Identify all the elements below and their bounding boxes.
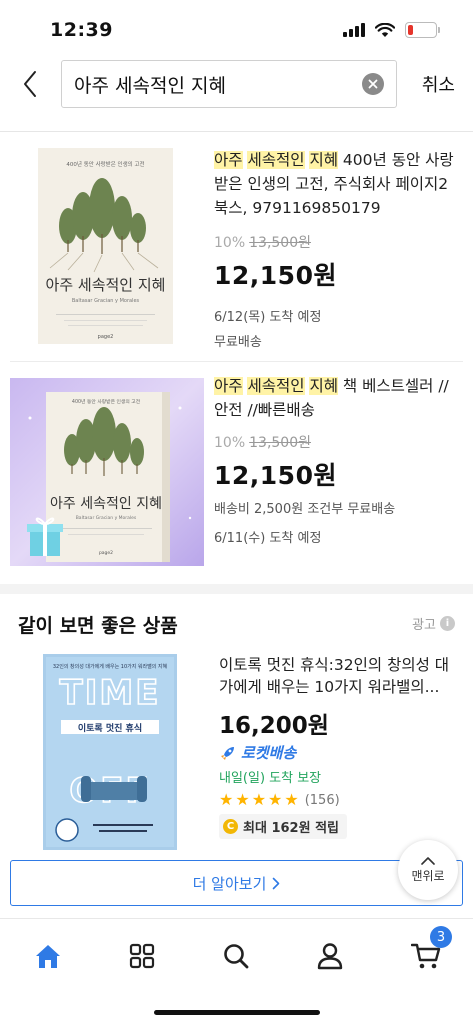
back-button[interactable] (14, 66, 46, 102)
recommended-product-title[interactable]: 이토록 멋진 휴식:32인의 창의성 대가에게 배우는 10가지 워라밸의... (219, 654, 463, 698)
ad-label-text: 광고 (412, 618, 436, 633)
delivery-date: 6/11(수) 도착 예정 (214, 531, 322, 546)
star-icon: ★ (284, 790, 299, 809)
sale-price: 12,150원 (214, 461, 337, 490)
recommended-product-info[interactable]: 이토록 멋진 휴식:32인의 창의성 대가에게 배우는 10가지 워라밸의...… (219, 654, 463, 839)
title-highlight: 세속적인 (247, 377, 305, 395)
search-query-text[interactable]: 아주 세속적인 지혜 (74, 71, 362, 98)
cover-publisher: page2 (99, 550, 113, 556)
battery-icon (405, 22, 440, 38)
cover-english: Baltasar Gracian y Morales (76, 515, 137, 521)
home-icon (36, 945, 60, 968)
tab-cart[interactable]: 3 (404, 926, 452, 978)
rocket-delivery-label: 로켓배송 (241, 744, 297, 762)
cover-subtitle: 400년 동안 사랑받은 인생의 고전 (66, 160, 144, 168)
cover-korean-title: 이토록 멋진 휴식 (78, 722, 142, 734)
product-thumbnail[interactable]: 400년 동안 사랑받은 인생의 고전 아주 세속적인 지혜 Baltasar … (10, 378, 204, 566)
cancel-button[interactable]: 취소 (422, 71, 455, 97)
cover-top-line: 32인의 창의성 대가에게 배우는 10가지 워라밸의 지혜 (53, 663, 168, 670)
delivery-date: 6/12(목) 도착 예정 (214, 310, 322, 325)
bottom-tab-bar: 3 (0, 918, 473, 1024)
original-price: 13,500원 (249, 435, 311, 451)
title-highlight: 아주 (214, 377, 243, 395)
product-thumbnail[interactable]: 400년 동안 사랑받은 인생의 고전 아주 세속적인 지혜 Baltasar … (38, 148, 173, 344)
section-divider (0, 584, 473, 594)
cover-title: 아주 세속적인 지혜 (46, 276, 166, 294)
chevron-left-icon (24, 71, 36, 97)
see-more-label: 더 알아보기 (192, 874, 267, 893)
close-icon (368, 79, 378, 89)
star-icon: ★ (219, 790, 234, 809)
original-price: 13,500원 (249, 235, 311, 251)
section-title: 같이 보면 좋은 상품 (18, 615, 178, 637)
ad-label[interactable]: 광고 i (412, 614, 455, 633)
cashback-badge: C 최대 162원 적립 (219, 814, 347, 839)
cashback-text: 최대 162원 적립 (243, 821, 339, 836)
recommended-product-thumbnail[interactable]: 32인의 창의성 대가에게 배우는 10가지 워라밸의 지혜 TIME 이토록 … (43, 654, 177, 850)
product-title[interactable]: 아주 세속적인 지혜 400년 동안 사랑받은 인생의 고전, 주식회사 페이지… (214, 148, 461, 220)
cover-subtitle: 400년 동안 사랑받은 인생의 고전 (72, 398, 140, 405)
status-time: 12:39 (50, 19, 113, 41)
cover-title: 아주 세속적인 지혜 (50, 496, 162, 512)
title-highlight: 아주 (214, 151, 243, 169)
cover-publisher: page2 (98, 334, 114, 340)
product-card[interactable]: 400년 동안 사랑받은 인생의 고전 아주 세속적인 지혜 Baltasar … (0, 362, 473, 584)
chevron-right-icon (273, 877, 280, 889)
arrival-guarantee: 내일(일) 도착 보장 (219, 771, 322, 786)
chevron-up-icon (421, 856, 435, 865)
cellular-signal-icon (343, 23, 365, 37)
status-icons (343, 22, 440, 38)
tab-categories[interactable] (120, 934, 164, 978)
clear-search-button[interactable] (362, 73, 384, 95)
star-icon: ★ (251, 790, 267, 809)
discount-row: 10% 13,500원 (214, 232, 461, 252)
product-card[interactable]: 400년 동안 사랑받은 인생의 고전 아주 세속적인 지혜 Baltasar … (0, 132, 473, 360)
tab-home[interactable] (26, 934, 70, 978)
product-info[interactable]: 아주 세속적인 지혜 책 베스트셀러 // 안전 //빠른배송 10% 13,50… (214, 374, 461, 546)
shipping-info: 무료배송 (214, 335, 262, 350)
gift-box-icon (27, 517, 63, 556)
rocket-delivery-badge: 로켓배송 (219, 742, 463, 763)
see-more-button[interactable]: 더 알아보기 (10, 860, 463, 906)
title-highlight: 지혜 (309, 151, 338, 169)
grid-icon (129, 943, 155, 969)
product-info[interactable]: 아주 세속적인 지혜 400년 동안 사랑받은 인생의 고전, 주식회사 페이지… (214, 148, 461, 350)
search-input[interactable]: 아주 세속적인 지혜 (61, 60, 397, 108)
review-count: (156) (304, 792, 340, 808)
cover-english: Baltasar Gracian y Morales (72, 298, 140, 304)
discount-percent: 10% (214, 235, 246, 251)
star-icon: ★ (235, 790, 250, 809)
battery-level (408, 25, 414, 35)
discount-row: 10% 13,500원 (214, 432, 461, 452)
shipping-info: 배송비 2,500원 조건부 무료배송 (214, 502, 396, 517)
scroll-to-top-label: 맨위로 (411, 868, 445, 883)
title-highlight: 지혜 (309, 377, 338, 395)
search-icon (224, 944, 249, 969)
wifi-icon (375, 22, 395, 37)
cart-count-badge: 3 (430, 926, 452, 948)
home-indicator (154, 1010, 320, 1015)
discount-percent: 10% (214, 435, 246, 451)
recommended-product-price: 16,200원 (219, 713, 329, 739)
sale-price: 12,150원 (214, 261, 337, 290)
coin-icon: C (223, 819, 238, 834)
tab-search[interactable] (214, 934, 258, 978)
status-bar: 12:39 (0, 0, 473, 58)
rating-row: ★ ★ ★ ★ ★ (156) (219, 792, 463, 808)
tab-my-account[interactable] (308, 934, 352, 978)
star-icon: ★ (268, 790, 283, 809)
rocket-icon (221, 746, 234, 760)
search-header: 아주 세속적인 지혜 취소 (0, 58, 473, 112)
product-title[interactable]: 아주 세속적인 지혜 책 베스트셀러 // 안전 //빠른배송 (214, 374, 461, 422)
info-icon[interactable]: i (440, 616, 455, 631)
user-icon (317, 943, 343, 970)
cover-word-time: TIME (60, 673, 161, 713)
title-highlight: 세속적인 (247, 151, 305, 169)
scroll-to-top-button[interactable]: 맨위로 (398, 840, 458, 900)
